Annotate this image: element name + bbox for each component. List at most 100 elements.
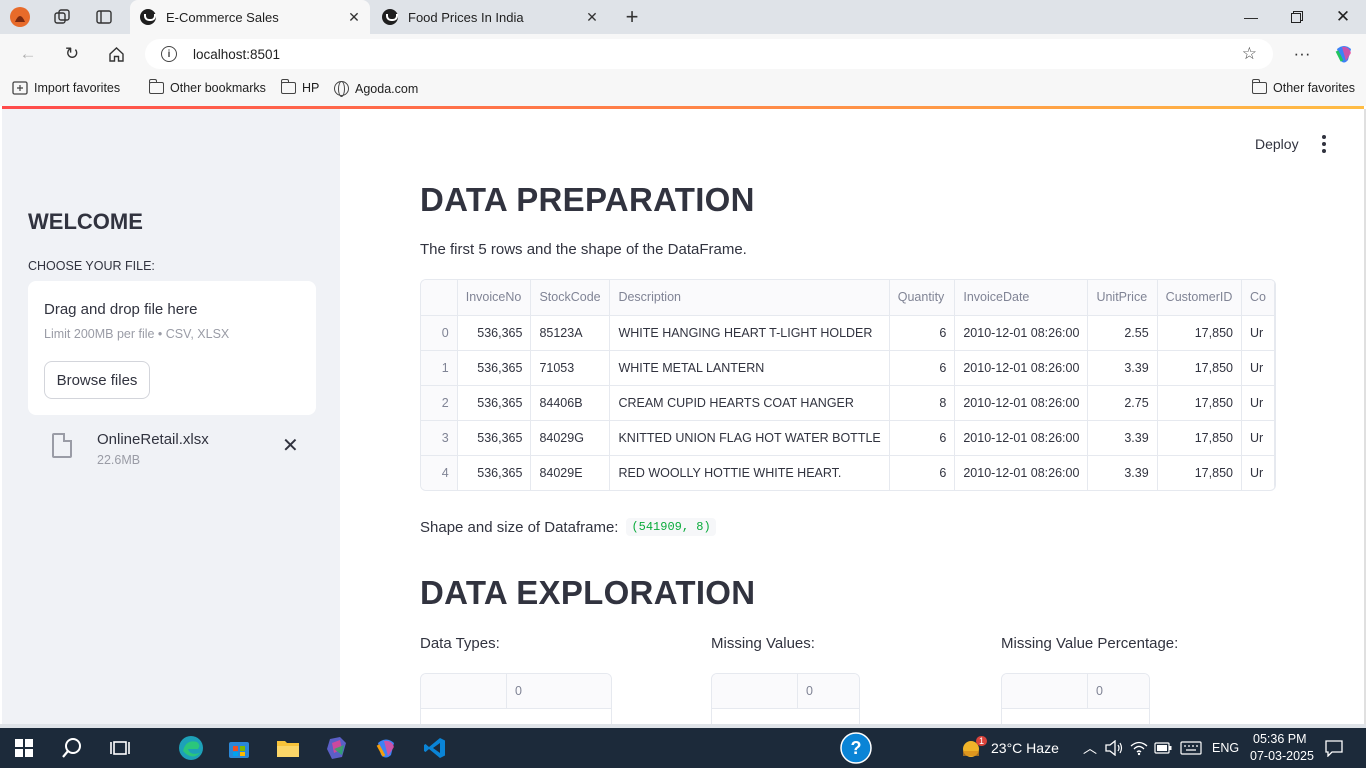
table-cell[interactable]: 84029E <box>530 455 611 490</box>
main-menu-icon[interactable] <box>1316 134 1332 154</box>
table-row-index[interactable]: 1 <box>421 350 458 386</box>
table-cell[interactable]: 536,365 <box>457 315 532 351</box>
task-view-icon[interactable] <box>106 734 134 762</box>
table-cell[interactable]: 17,850 <box>1157 455 1242 490</box>
table-cell[interactable]: 85123A <box>530 315 611 351</box>
table-row-index[interactable]: 2 <box>421 385 458 421</box>
file-dropzone[interactable]: Drag and drop file here Limit 200MB per … <box>28 281 316 415</box>
table-cell[interactable]: Ur <box>1241 315 1275 351</box>
table-cell[interactable]: 84029G <box>530 420 611 456</box>
back-icon[interactable]: ← <box>16 42 40 66</box>
m365-icon[interactable] <box>323 734 351 762</box>
bookmark-import-favorites[interactable]: Import favorites <box>12 81 120 95</box>
language-indicator[interactable]: ENG <box>1212 741 1239 755</box>
table-cell[interactable]: 2010-12-01 08:26:00 <box>954 455 1089 490</box>
table-cell[interactable]: 17,850 <box>1157 315 1242 351</box>
tab-actions-icon[interactable] <box>92 5 116 29</box>
show-hidden-icons[interactable]: ︿ <box>1083 738 1097 758</box>
table-cell[interactable]: 2010-12-01 08:26:00 <box>954 350 1089 386</box>
table-cell[interactable]: 6 <box>889 315 956 351</box>
refresh-icon[interactable]: ↻ <box>60 42 84 66</box>
new-tab-icon[interactable]: + <box>620 4 644 30</box>
table-cell[interactable]: 3.39 <box>1087 455 1158 490</box>
table-cell[interactable]: 2.75 <box>1087 385 1158 421</box>
table-cell[interactable]: 17,850 <box>1157 385 1242 421</box>
workspaces-icon[interactable] <box>50 5 74 29</box>
close-tab-icon[interactable]: ✕ <box>582 9 602 26</box>
table-cell[interactable]: Ur <box>1241 385 1275 421</box>
favorite-star-icon[interactable]: ☆ <box>1242 44 1257 64</box>
deploy-button[interactable]: Deploy <box>1255 136 1299 152</box>
tab-ecommerce-sales[interactable]: E-Commerce Sales ✕ <box>130 0 370 34</box>
volume-icon[interactable] <box>1103 734 1125 762</box>
notifications-icon[interactable] <box>1320 734 1348 762</box>
data-types-table[interactable]: 0 <box>420 673 612 724</box>
table-cell[interactable]: 3.39 <box>1087 420 1158 456</box>
tab-food-prices[interactable]: Food Prices In India ✕ <box>372 0 608 34</box>
profile-avatar-icon[interactable] <box>8 5 32 29</box>
file-explorer-icon[interactable] <box>274 734 302 762</box>
windows-start-icon[interactable] <box>10 734 38 762</box>
browse-files-button[interactable]: Browse files <box>44 361 150 399</box>
table-cell[interactable]: 2010-12-01 08:26:00 <box>954 315 1089 351</box>
table-cell[interactable]: KNITTED UNION FLAG HOT WATER BOTTLE <box>609 420 890 456</box>
bookmark-agoda[interactable]: Agoda.com <box>334 81 418 97</box>
table-cell[interactable]: 6 <box>889 455 956 490</box>
table-index-header[interactable] <box>421 280 458 316</box>
table-column-header[interactable]: Quantity <box>889 280 956 316</box>
table-cell[interactable]: 71053 <box>530 350 611 386</box>
table-column-header[interactable]: StockCode <box>530 280 611 316</box>
minimize-icon[interactable]: — <box>1228 0 1274 34</box>
close-tab-icon[interactable]: ✕ <box>344 9 364 26</box>
table-cell[interactable]: 536,365 <box>457 350 532 386</box>
table-cell[interactable]: 6 <box>889 420 956 456</box>
remove-file-icon[interactable]: ✕ <box>282 433 299 458</box>
url-field[interactable]: i localhost:8501 ☆ <box>145 39 1273 69</box>
clock-date[interactable]: 07-03-2025 <box>1250 749 1314 763</box>
table-cell[interactable]: 17,850 <box>1157 420 1242 456</box>
table-cell[interactable]: 536,365 <box>457 420 532 456</box>
table-cell[interactable]: CREAM CUPID HEARTS COAT HANGER <box>609 385 890 421</box>
keyboard-icon[interactable] <box>1178 734 1204 762</box>
home-icon[interactable] <box>104 42 128 66</box>
table-column-header[interactable]: CustomerID <box>1157 280 1242 316</box>
bookmark-other-favorites[interactable]: Other favorites <box>1251 79 1355 95</box>
table-cell[interactable]: Ur <box>1241 350 1275 386</box>
copilot-icon[interactable] <box>1332 42 1356 66</box>
table-column-header[interactable]: InvoiceNo <box>457 280 532 316</box>
copilot-taskbar-icon[interactable] <box>372 734 400 762</box>
table-cell[interactable]: 536,365 <box>457 455 532 490</box>
table-cell[interactable]: Ur <box>1241 420 1275 456</box>
table-cell[interactable]: 6 <box>889 350 956 386</box>
table-cell[interactable]: RED WOOLLY HOTTIE WHITE HEART. <box>609 455 890 490</box>
table-column-header[interactable]: InvoiceDate <box>954 280 1089 316</box>
table-cell[interactable]: 2010-12-01 08:26:00 <box>954 385 1089 421</box>
clock-time[interactable]: 05:36 PM <box>1253 732 1307 746</box>
restore-icon[interactable] <box>1274 0 1320 34</box>
bookmark-hp[interactable]: HP <box>280 79 319 95</box>
battery-icon[interactable] <box>1152 734 1174 762</box>
table-cell[interactable]: 84406B <box>530 385 611 421</box>
wifi-icon[interactable] <box>1128 734 1150 762</box>
more-options-icon[interactable]: ··· <box>1290 42 1314 66</box>
table-cell[interactable]: 3.39 <box>1087 350 1158 386</box>
missing-values-table[interactable]: 0 <box>711 673 860 724</box>
table-row-index[interactable]: 3 <box>421 420 458 456</box>
table-cell[interactable]: 8 <box>889 385 956 421</box>
table-cell[interactable]: 2010-12-01 08:26:00 <box>954 420 1089 456</box>
table-column-header[interactable]: Co <box>1241 280 1275 316</box>
vscode-icon[interactable] <box>421 734 449 762</box>
bookmark-other-bookmarks[interactable]: Other bookmarks <box>148 79 266 95</box>
microsoft-store-icon[interactable] <box>225 734 253 762</box>
edge-taskbar-icon[interactable] <box>176 734 206 762</box>
table-cell[interactable]: Ur <box>1241 455 1275 490</box>
table-cell[interactable]: WHITE METAL LANTERN <box>609 350 890 386</box>
weather-text[interactable]: 23°C Haze <box>991 740 1059 756</box>
site-info-icon[interactable]: i <box>161 46 177 62</box>
table-column-header[interactable]: UnitPrice <box>1087 280 1158 316</box>
table-cell[interactable]: WHITE HANGING HEART T-LIGHT HOLDER <box>609 315 890 351</box>
table-row-index[interactable]: 0 <box>421 315 458 351</box>
dataframe-preview[interactable]: InvoiceNo StockCode Description Quantity Inv… <box>420 279 1276 491</box>
search-icon[interactable] <box>58 734 86 762</box>
help-icon[interactable]: ? <box>840 732 872 764</box>
